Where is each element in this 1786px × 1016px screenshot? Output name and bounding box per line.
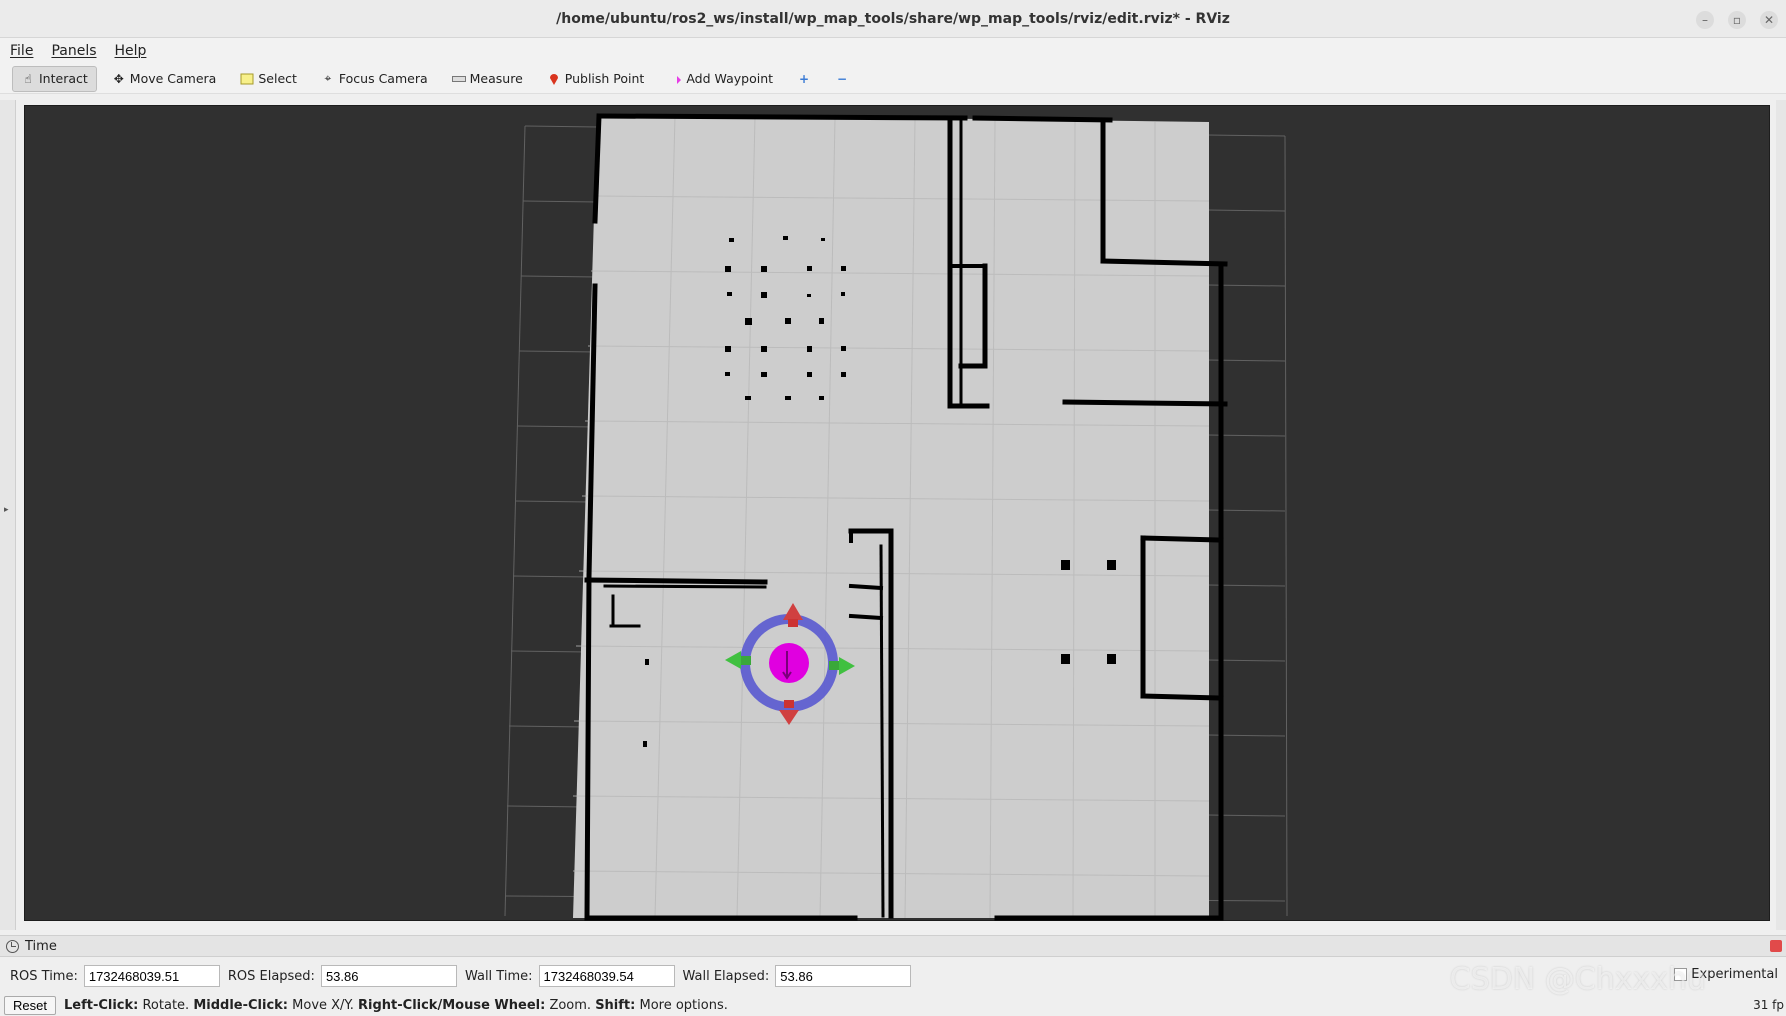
- ros-elapsed-label: ROS Elapsed:: [227, 968, 315, 984]
- experimental-label: Experimental: [1691, 967, 1778, 982]
- minimize-icon[interactable]: –: [1696, 11, 1714, 29]
- interact-tool-button[interactable]: ☝ Interact: [12, 65, 97, 92]
- focus-camera-label: Focus Camera: [338, 71, 428, 86]
- render-viewport[interactable]: [24, 105, 1770, 921]
- wall-elapsed-field[interactable]: [775, 965, 912, 987]
- publish-point-label: Publish Point: [564, 71, 645, 86]
- tool-bar: ☝ Interact ✥ Move Camera Select ⌖ Focus …: [0, 64, 1786, 94]
- hint-middle-key: Middle-Click:: [193, 997, 289, 1013]
- remove-tool-button[interactable]: −: [826, 66, 858, 92]
- mouse-hint: Left-Click: Rotate. Middle-Click: Move X…: [64, 998, 728, 1013]
- select-label: Select: [258, 71, 297, 86]
- move-camera-label: Move Camera: [129, 71, 217, 86]
- hand-pointer-icon: ☝: [24, 71, 32, 86]
- expand-left-icon: ▸: [4, 505, 9, 515]
- menu-bar: File Panels Help: [0, 38, 1786, 64]
- add-waypoint-tool-button[interactable]: Add Waypoint: [659, 66, 782, 92]
- wall-time-label: Wall Time:: [464, 968, 533, 984]
- window-title: /home/ubuntu/ros2_ws/install/wp_map_tool…: [556, 10, 1230, 27]
- window-controls: – ▫ ✕: [1696, 11, 1778, 29]
- hint-right-text: Zoom.: [549, 997, 592, 1013]
- experimental-checkbox[interactable]: [1674, 968, 1688, 981]
- focus-camera-tool-button[interactable]: ⌖ Focus Camera: [312, 66, 437, 92]
- menu-file[interactable]: File: [10, 43, 33, 59]
- hint-shift-key: Shift:: [595, 997, 636, 1013]
- add-tool-button[interactable]: +: [788, 66, 820, 92]
- left-panel-collapse-strip[interactable]: ▸: [0, 100, 16, 930]
- hint-left-key: Left-Click:: [63, 997, 139, 1013]
- wall-elapsed-label: Wall Elapsed:: [682, 968, 770, 984]
- plus-icon: +: [798, 71, 810, 86]
- select-tool-button[interactable]: Select: [231, 66, 306, 92]
- hint-left-text: Rotate.: [142, 997, 190, 1013]
- crosshair-icon: ⌖: [324, 71, 332, 85]
- close-icon[interactable]: ✕: [1760, 11, 1778, 29]
- add-waypoint-label: Add Waypoint: [686, 71, 774, 86]
- clock-icon: [6, 939, 19, 953]
- ros-time-label: ROS Time:: [10, 968, 78, 984]
- select-box-icon: [240, 72, 254, 86]
- time-panel-title: Time: [25, 938, 57, 954]
- maximize-icon[interactable]: ▫: [1728, 11, 1746, 29]
- fps-counter: 31 fp: [1753, 998, 1784, 1012]
- wall-time-field[interactable]: [538, 965, 675, 987]
- publish-point-tool-button[interactable]: Publish Point: [538, 66, 654, 92]
- map-render: [504, 113, 1288, 921]
- reset-button[interactable]: Reset: [4, 995, 56, 1015]
- close-panel-icon[interactable]: [1770, 940, 1782, 952]
- status-bar: Reset Left-Click: Rotate. Middle-Click: …: [0, 994, 1786, 1016]
- move-camera-tool-button[interactable]: ✥ Move Camera: [103, 66, 226, 92]
- minus-icon: −: [836, 71, 848, 86]
- map-pin-icon: [547, 72, 561, 86]
- hint-shift-text: More options.: [639, 997, 728, 1013]
- right-panel-collapse-strip[interactable]: [1776, 100, 1786, 930]
- waypoint-arrow-icon: [668, 72, 682, 86]
- menu-help[interactable]: Help: [115, 43, 147, 59]
- time-panel-fields: ROS Time: ROS Elapsed: Wall Time: Wall E…: [0, 962, 1786, 990]
- hint-right-key: Right-Click/Mouse Wheel:: [358, 997, 546, 1013]
- experimental-toggle[interactable]: Experimental: [1674, 967, 1778, 982]
- measure-label: Measure: [469, 71, 523, 86]
- ruler-icon: [451, 72, 466, 86]
- move-arrows-icon: ✥: [113, 71, 124, 86]
- ros-time-field[interactable]: [83, 965, 220, 987]
- menu-panels[interactable]: Panels: [51, 43, 96, 59]
- measure-tool-button[interactable]: Measure: [443, 66, 532, 92]
- time-panel-header: Time: [0, 935, 1786, 957]
- window-titlebar: /home/ubuntu/ros2_ws/install/wp_map_tool…: [0, 0, 1786, 38]
- interact-label: Interact: [39, 71, 88, 86]
- hint-middle-text: Move X/Y.: [292, 997, 354, 1013]
- ros-elapsed-field[interactable]: [320, 965, 457, 987]
